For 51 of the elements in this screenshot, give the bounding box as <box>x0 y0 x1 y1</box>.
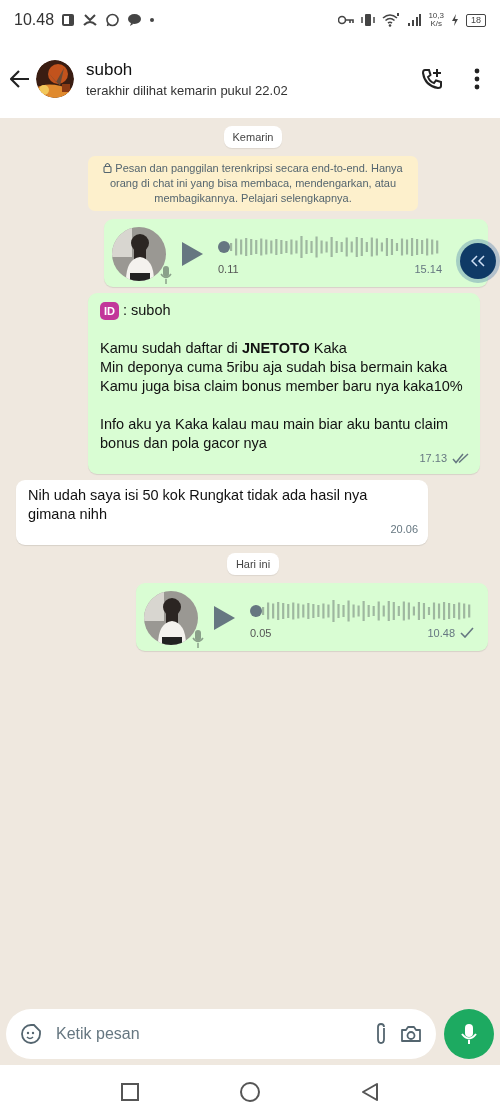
message-input[interactable]: Ketik pesan <box>54 1024 362 1044</box>
dot-icon <box>149 17 156 23</box>
microphone-icon <box>160 265 172 285</box>
date-divider: Kemarin <box>223 126 283 148</box>
message-time: 15.14 <box>414 262 442 275</box>
recents-icon[interactable] <box>119 1082 140 1102</box>
vibrate-icon <box>361 13 376 27</box>
network-speed-unit: K/s <box>430 20 442 28</box>
duration-text: 0.11 <box>218 262 239 275</box>
key-icon <box>338 15 355 25</box>
message-text: Nih udah saya isi 50 kok Rungkat tidak ada hasil nya gimana nihh <box>28 486 369 524</box>
date-divider: Hari ini <box>226 553 280 575</box>
back-icon[interactable] <box>360 1082 381 1102</box>
wifi-icon <box>382 13 401 27</box>
sender-name: : suboh <box>123 301 171 320</box>
network-speed: 10,3 <box>428 12 444 20</box>
last-seen-text: terakhir dilihat kemarin pukul 22.02 <box>86 83 289 98</box>
microphone-icon <box>461 1023 477 1045</box>
camera-icon[interactable] <box>400 1024 422 1044</box>
back-arrow-icon[interactable] <box>10 70 30 88</box>
voice-record-button[interactable] <box>444 1009 494 1059</box>
scroll-button[interactable] <box>460 243 496 279</box>
contact-name[interactable]: suboh <box>86 60 414 80</box>
chat-bubble-icon <box>105 12 121 28</box>
home-icon[interactable] <box>239 1081 261 1103</box>
signal-icon <box>407 14 422 26</box>
play-icon[interactable] <box>212 605 236 631</box>
attach-icon[interactable] <box>374 1022 388 1046</box>
battery-level: 18 <box>466 13 486 27</box>
more-options-icon[interactable] <box>474 68 480 90</box>
lock-icon <box>103 162 113 173</box>
message-input-field[interactable]: Ketik pesan <box>6 1009 436 1059</box>
message-time: 10.48 <box>427 626 455 639</box>
double-chevron-icon <box>471 255 485 267</box>
message-time: 17.13 <box>419 451 447 466</box>
id-badge: ID <box>100 301 119 320</box>
charging-icon <box>451 14 459 26</box>
message-time: 20.06 <box>390 522 418 537</box>
playback-thumb[interactable] <box>218 240 230 253</box>
add-call-icon[interactable] <box>420 67 444 91</box>
missed-call-icon <box>82 13 99 27</box>
encryption-notice[interactable]: Pesan dan panggilan terenkripsi secara end-to-end. Hanya orang di chat ini yang bisa membaca, mendengarkan, atau membagikannya. Pelajari selengkapnya. <box>88 156 418 211</box>
clock-time: 10.48 <box>14 11 55 29</box>
notification-icon <box>61 13 76 27</box>
duration-text: 0.05 <box>250 626 272 639</box>
sticker-icon[interactable] <box>20 1023 42 1045</box>
message-text: Kamu sudah daftar di JNETOTO Kaka Min deponya cuma 5ribu aja sudah bisa bermain kaka Kamu juga bisa claim bonus member baru nya kaka10% Info aku ya Kaka kalau mau main biar aku bantu claim bonus dan pola gacor nya <box>100 339 464 453</box>
playback-thumb[interactable] <box>250 604 262 617</box>
message-icon <box>127 13 143 27</box>
microphone-icon <box>192 629 204 649</box>
play-icon[interactable] <box>180 241 204 267</box>
